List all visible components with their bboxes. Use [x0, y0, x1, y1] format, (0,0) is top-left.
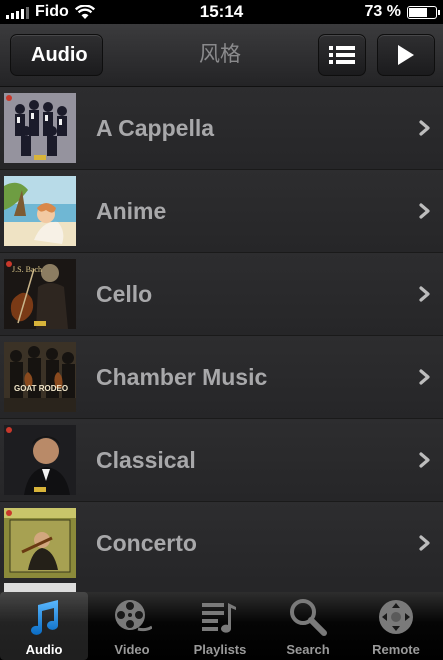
list-item[interactable]: GOAT RODEO Chamber Music: [0, 336, 443, 419]
tab-bar: Audio Video Playlists Search Remote: [0, 592, 443, 660]
tab-audio[interactable]: Audio: [0, 592, 88, 660]
genre-label: Classical: [96, 447, 196, 473]
album-art: [4, 93, 76, 163]
back-wrapper: Audio: [0, 24, 120, 86]
tab-label: Remote: [372, 642, 420, 657]
music-note-icon: [31, 600, 59, 635]
album-title-text: GOAT RODEO: [14, 384, 69, 393]
status-bar: Fido 15:14 73 %: [0, 0, 443, 24]
tab-search[interactable]: Search: [264, 592, 352, 660]
page-title: 风格: [199, 43, 241, 66]
genre-label: Concerto: [96, 530, 197, 556]
list-icon: [329, 46, 355, 64]
tab-video[interactable]: Video: [88, 592, 176, 660]
back-button[interactable]: Audio: [10, 34, 103, 76]
genre-list: A Cappella Anime J.S. Bach Cello GOAT RO…: [0, 87, 443, 592]
play-button[interactable]: [377, 34, 435, 76]
list-item[interactable]: J.S. Bach Cello: [0, 253, 443, 336]
album-art: [4, 508, 76, 578]
list-item[interactable]: Concerto: [0, 502, 443, 585]
search-icon: [290, 599, 327, 636]
album-art: J.S. Bach: [4, 259, 76, 329]
tab-label: Search: [286, 642, 330, 657]
chevron-right-icon: [419, 286, 430, 302]
list-view-button[interactable]: [318, 34, 366, 76]
genre-label: Anime: [96, 198, 167, 224]
tab-label: Video: [114, 642, 150, 657]
tab-remote[interactable]: Remote: [352, 592, 440, 660]
film-reel-icon: [115, 600, 152, 632]
list-item[interactable]: A Cappella: [0, 87, 443, 170]
battery-group: 73 %: [364, 3, 440, 21]
navigation-bar: Audio 风格: [0, 24, 443, 87]
remote-control-icon: [379, 600, 413, 634]
chevron-right-icon: [419, 120, 430, 136]
tab-label: Audio: [25, 642, 63, 657]
genre-label: Cello: [96, 281, 153, 307]
list-item-partial: [0, 583, 443, 592]
play-icon: [398, 45, 414, 65]
album-art: [4, 425, 76, 495]
chevron-right-icon: [419, 535, 430, 551]
list-item[interactable]: Classical: [0, 419, 443, 502]
tab-label: Playlists: [193, 642, 247, 657]
playlist-icon: [202, 603, 236, 633]
album-art: GOAT RODEO: [4, 342, 76, 412]
chevron-right-icon: [419, 452, 430, 468]
album-art: [4, 583, 76, 592]
genre-label: Chamber Music: [96, 364, 268, 390]
genre-label: A Cappella: [96, 115, 215, 141]
chevron-right-icon: [419, 369, 430, 385]
chevron-right-icon: [419, 203, 430, 219]
tab-playlists[interactable]: Playlists: [176, 592, 264, 660]
battery-percent: 73 %: [364, 3, 401, 20]
battery-icon: [407, 5, 440, 19]
list-item[interactable]: Anime: [0, 170, 443, 253]
album-art: [4, 176, 76, 246]
album-title-text: J.S. Bach: [12, 265, 42, 274]
